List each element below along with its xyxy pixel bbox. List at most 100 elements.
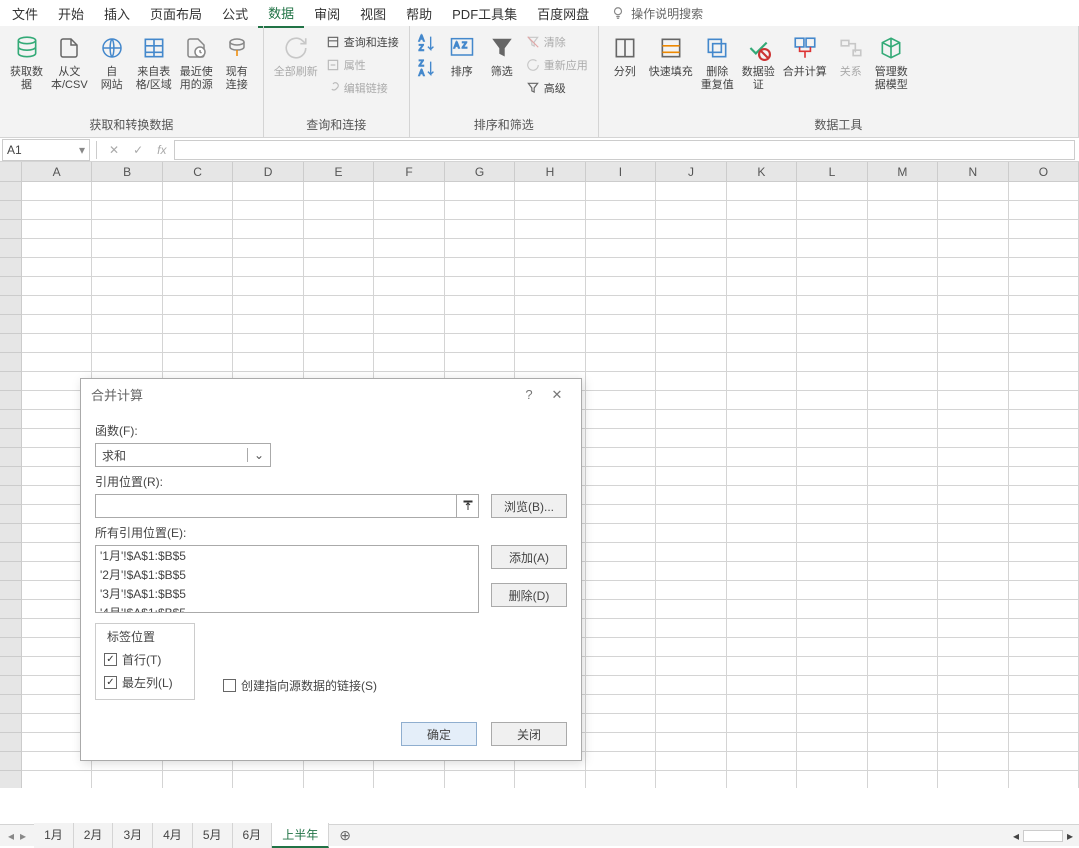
advanced-filter-item[interactable]: 高级 <box>522 78 592 98</box>
cell[interactable] <box>797 201 867 220</box>
cell[interactable] <box>938 657 1008 676</box>
cell[interactable] <box>868 296 938 315</box>
cell[interactable] <box>656 638 726 657</box>
cell[interactable] <box>374 220 444 239</box>
cell[interactable] <box>22 277 92 296</box>
get-data-button[interactable]: 获取数 据 <box>6 30 47 94</box>
cell[interactable] <box>868 277 938 296</box>
cell[interactable] <box>868 315 938 334</box>
cell[interactable] <box>92 353 162 372</box>
delete-button[interactable]: 删除(D) <box>491 583 567 607</box>
cell[interactable] <box>656 714 726 733</box>
cell[interactable] <box>656 486 726 505</box>
cell[interactable] <box>727 619 797 638</box>
sheet-tab[interactable]: 3月 <box>113 823 153 848</box>
cell[interactable] <box>797 239 867 258</box>
col-header[interactable]: E <box>304 162 374 181</box>
cell[interactable] <box>938 315 1008 334</box>
cell[interactable] <box>727 239 797 258</box>
col-header[interactable]: F <box>374 162 444 181</box>
cell[interactable] <box>938 277 1008 296</box>
cell[interactable] <box>1009 391 1079 410</box>
row-header[interactable] <box>0 657 22 676</box>
cell[interactable] <box>163 182 233 201</box>
menu-insert[interactable]: 插入 <box>94 0 140 27</box>
cell[interactable] <box>586 638 656 657</box>
cell[interactable] <box>938 486 1008 505</box>
cell[interactable] <box>304 182 374 201</box>
sheet-tab[interactable]: 上半年 <box>272 823 329 848</box>
cell[interactable] <box>445 353 515 372</box>
row-header[interactable] <box>0 619 22 638</box>
cell[interactable] <box>586 714 656 733</box>
cell[interactable] <box>797 695 867 714</box>
cell[interactable] <box>868 486 938 505</box>
cell[interactable] <box>938 733 1008 752</box>
cell[interactable] <box>586 600 656 619</box>
create-links-checkbox[interactable]: 创建指向源数据的链接(S) <box>223 677 377 694</box>
cell[interactable] <box>233 296 303 315</box>
cell[interactable] <box>586 220 656 239</box>
cell[interactable] <box>938 600 1008 619</box>
cell[interactable] <box>797 771 867 788</box>
from-table-button[interactable]: 来自表 格/区域 <box>132 30 176 94</box>
cell[interactable] <box>868 467 938 486</box>
cell[interactable] <box>868 220 938 239</box>
cell[interactable] <box>868 391 938 410</box>
cell[interactable] <box>727 201 797 220</box>
cell[interactable] <box>22 353 92 372</box>
cell[interactable] <box>797 676 867 695</box>
cell[interactable] <box>1009 752 1079 771</box>
cell[interactable] <box>163 220 233 239</box>
flash-fill-button[interactable]: 快速填充 <box>645 30 697 81</box>
cell[interactable] <box>1009 619 1079 638</box>
cell[interactable] <box>374 771 444 788</box>
cell[interactable] <box>92 258 162 277</box>
cell[interactable] <box>445 182 515 201</box>
cell[interactable] <box>1009 220 1079 239</box>
menu-pdftools[interactable]: PDF工具集 <box>442 0 527 27</box>
col-header[interactable]: D <box>233 162 303 181</box>
queries-connections-item[interactable]: 查询和连接 <box>322 32 403 52</box>
col-header[interactable]: M <box>868 162 938 181</box>
filter-button[interactable]: 筛选 <box>482 30 522 81</box>
cell[interactable] <box>586 524 656 543</box>
menu-formulas[interactable]: 公式 <box>212 0 258 27</box>
cell[interactable] <box>727 752 797 771</box>
cell[interactable] <box>22 334 92 353</box>
cell[interactable] <box>797 353 867 372</box>
cell[interactable] <box>233 220 303 239</box>
cell[interactable] <box>727 258 797 277</box>
cell[interactable] <box>304 353 374 372</box>
cell[interactable] <box>797 220 867 239</box>
cell[interactable] <box>1009 657 1079 676</box>
row-header[interactable] <box>0 524 22 543</box>
data-validation-button[interactable]: 数据验 证 <box>738 30 779 94</box>
edit-links-item[interactable]: 编辑链接 <box>322 78 403 98</box>
cell[interactable] <box>656 315 726 334</box>
cell[interactable] <box>1009 277 1079 296</box>
cell[interactable] <box>92 296 162 315</box>
cell[interactable] <box>868 372 938 391</box>
add-button[interactable]: 添加(A) <box>491 545 567 569</box>
cell[interactable] <box>586 733 656 752</box>
cell[interactable] <box>374 296 444 315</box>
cell[interactable] <box>586 315 656 334</box>
cell[interactable] <box>515 334 585 353</box>
col-header[interactable]: O <box>1009 162 1079 181</box>
cell[interactable] <box>797 562 867 581</box>
cell[interactable] <box>656 429 726 448</box>
cell[interactable] <box>938 676 1008 695</box>
recent-sources-button[interactable]: 最近使 用的源 <box>176 30 217 94</box>
cell[interactable] <box>727 733 797 752</box>
row-header[interactable] <box>0 239 22 258</box>
cell[interactable] <box>163 239 233 258</box>
row-header[interactable] <box>0 258 22 277</box>
cell[interactable] <box>656 410 726 429</box>
cell[interactable] <box>938 771 1008 788</box>
cell[interactable] <box>304 277 374 296</box>
cell[interactable] <box>727 277 797 296</box>
cell[interactable] <box>1009 182 1079 201</box>
cell[interactable] <box>22 771 92 788</box>
cell[interactable] <box>1009 562 1079 581</box>
